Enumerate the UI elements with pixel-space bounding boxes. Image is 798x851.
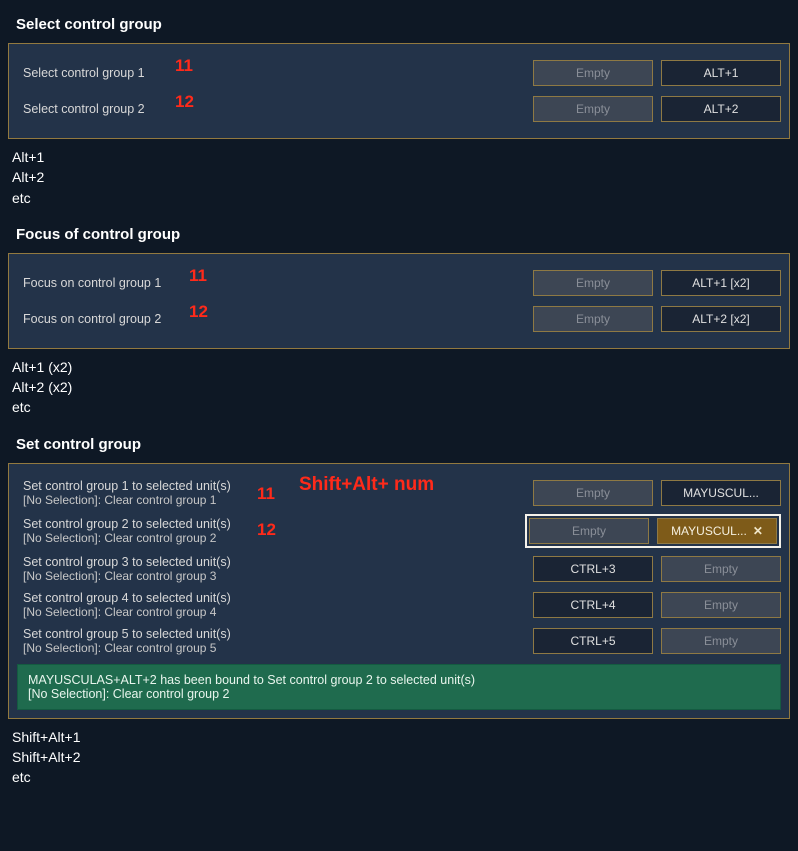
hotkey-slot-secondary[interactable]: ALT+2 [x2] [661, 306, 781, 332]
description-select: Alt+1 Alt+2 etc [12, 147, 790, 208]
hotkey-slot-primary[interactable]: CTRL+5 [533, 628, 653, 654]
notice-line: MAYUSCULAS+ALT+2 has been bound to Set c… [28, 673, 770, 687]
hotkey-slot-secondary[interactable]: MAYUSCUL... [661, 480, 781, 506]
hotkey-row: Focus on control group 2 12 Empty ALT+2 … [17, 304, 781, 334]
row-label-text: Set control group 3 to selected unit(s) [23, 555, 231, 569]
panel-select: Select control group 1 11 Empty ALT+1 Se… [8, 43, 790, 139]
row-label-text: Set control group 1 to selected unit(s) [23, 479, 231, 493]
description-line: Alt+1 (x2) [12, 357, 790, 377]
hotkey-slot-primary[interactable]: Empty [533, 60, 653, 86]
hotkey-slot-primary[interactable]: Empty [533, 480, 653, 506]
row-label-text: Focus on control group 2 [23, 312, 161, 326]
bind-notice: MAYUSCULAS+ALT+2 has been bound to Set c… [17, 664, 781, 710]
row-label-text: Select control group 2 [23, 102, 145, 116]
row-label: Set control group 3 to selected unit(s) … [17, 555, 533, 583]
description-set: Shift+Alt+1 Shift+Alt+2 etc [12, 727, 790, 788]
hotkey-row: Set control group 1 to selected unit(s) … [17, 478, 781, 508]
hotkey-slot-secondary[interactable]: ALT+2 [661, 96, 781, 122]
row-label: Set control group 1 to selected unit(s) … [17, 479, 533, 507]
description-line: Shift+Alt+2 [12, 747, 790, 767]
description-line: Alt+2 (x2) [12, 377, 790, 397]
annotation: 12 [175, 92, 194, 112]
hotkey-slot-primary[interactable]: CTRL+4 [533, 592, 653, 618]
hotkey-row: Set control group 3 to selected unit(s) … [17, 554, 781, 584]
hotkey-slot-secondary[interactable]: ALT+1 [661, 60, 781, 86]
slots: Empty ALT+2 [x2] [533, 306, 781, 332]
annotation: 11 [189, 266, 207, 286]
section-title-select: Select control group [16, 16, 790, 33]
row-label: Select control group 1 11 [17, 66, 533, 80]
slots: CTRL+5 Empty [533, 628, 781, 654]
row-label-sub: [No Selection]: Clear control group 1 [23, 493, 533, 507]
hotkey-slot-secondary[interactable]: Empty [661, 628, 781, 654]
hotkey-slot-primary[interactable]: Empty [529, 518, 649, 544]
slots: Empty ALT+1 [533, 60, 781, 86]
close-icon[interactable]: ✕ [753, 524, 763, 538]
row-label-text: Focus on control group 1 [23, 276, 161, 290]
slot-text: MAYUSCUL... [671, 524, 747, 538]
section-title-set: Set control group [16, 436, 790, 453]
hotkey-slot-secondary[interactable]: ALT+1 [x2] [661, 270, 781, 296]
row-label-text: Set control group 5 to selected unit(s) [23, 627, 231, 641]
hotkey-row: Set control group 2 to selected unit(s) … [17, 514, 781, 548]
description-line: Alt+1 [12, 147, 790, 167]
row-label: Select control group 2 12 [17, 102, 533, 116]
section-title-focus: Focus of control group [16, 226, 790, 243]
hotkey-slot-primary[interactable]: Empty [533, 270, 653, 296]
slots: CTRL+3 Empty [533, 556, 781, 582]
description-line: Alt+2 [12, 167, 790, 187]
hotkey-row: Set control group 5 to selected unit(s) … [17, 626, 781, 656]
hotkey-row: Select control group 1 11 Empty ALT+1 [17, 58, 781, 88]
panel-focus: Focus on control group 1 11 Empty ALT+1 … [8, 253, 790, 349]
active-slot-wrap: Empty MAYUSCUL... ✕ [525, 514, 781, 548]
row-label: Focus on control group 1 11 [17, 276, 533, 290]
row-label: Set control group 4 to selected unit(s) … [17, 591, 533, 619]
row-label-text: Set control group 2 to selected unit(s) [23, 517, 231, 531]
hotkey-slot-primary[interactable]: CTRL+3 [533, 556, 653, 582]
slots: Empty ALT+2 [533, 96, 781, 122]
row-label-sub: [No Selection]: Clear control group 4 [23, 605, 533, 619]
row-label: Set control group 2 to selected unit(s) … [17, 517, 525, 545]
row-label-text: Set control group 4 to selected unit(s) [23, 591, 231, 605]
annotation: 11 [175, 56, 193, 76]
row-label: Set control group 5 to selected unit(s) … [17, 627, 533, 655]
row-label-sub: [No Selection]: Clear control group 3 [23, 569, 533, 583]
row-label-sub: [No Selection]: Clear control group 5 [23, 641, 533, 655]
row-label: Focus on control group 2 12 [17, 312, 533, 326]
hotkey-slot-primary[interactable]: Empty [533, 96, 653, 122]
description-focus: Alt+1 (x2) Alt+2 (x2) etc [12, 357, 790, 418]
hotkey-row: Select control group 2 12 Empty ALT+2 [17, 94, 781, 124]
hotkey-slot-secondary[interactable]: Empty [661, 556, 781, 582]
description-line: Shift+Alt+1 [12, 727, 790, 747]
hotkey-row: Set control group 4 to selected unit(s) … [17, 590, 781, 620]
hotkey-slot-secondary[interactable]: Empty [661, 592, 781, 618]
row-label-sub: [No Selection]: Clear control group 2 [23, 531, 525, 545]
description-line: etc [12, 397, 790, 417]
hotkey-row: Focus on control group 1 11 Empty ALT+1 … [17, 268, 781, 298]
slots: Empty MAYUSCUL... [533, 480, 781, 506]
hotkey-slot-primary[interactable]: Empty [533, 306, 653, 332]
slots: CTRL+4 Empty [533, 592, 781, 618]
description-line: etc [12, 188, 790, 208]
row-label-text: Select control group 1 [23, 66, 145, 80]
notice-line: [No Selection]: Clear control group 2 [28, 687, 770, 701]
hotkey-slot-secondary-active[interactable]: MAYUSCUL... ✕ [657, 518, 777, 544]
annotation: 12 [189, 302, 208, 322]
panel-set: Shift+Alt+ num Set control group 1 to se… [8, 463, 790, 719]
slots: Empty ALT+1 [x2] [533, 270, 781, 296]
description-line: etc [12, 767, 790, 787]
